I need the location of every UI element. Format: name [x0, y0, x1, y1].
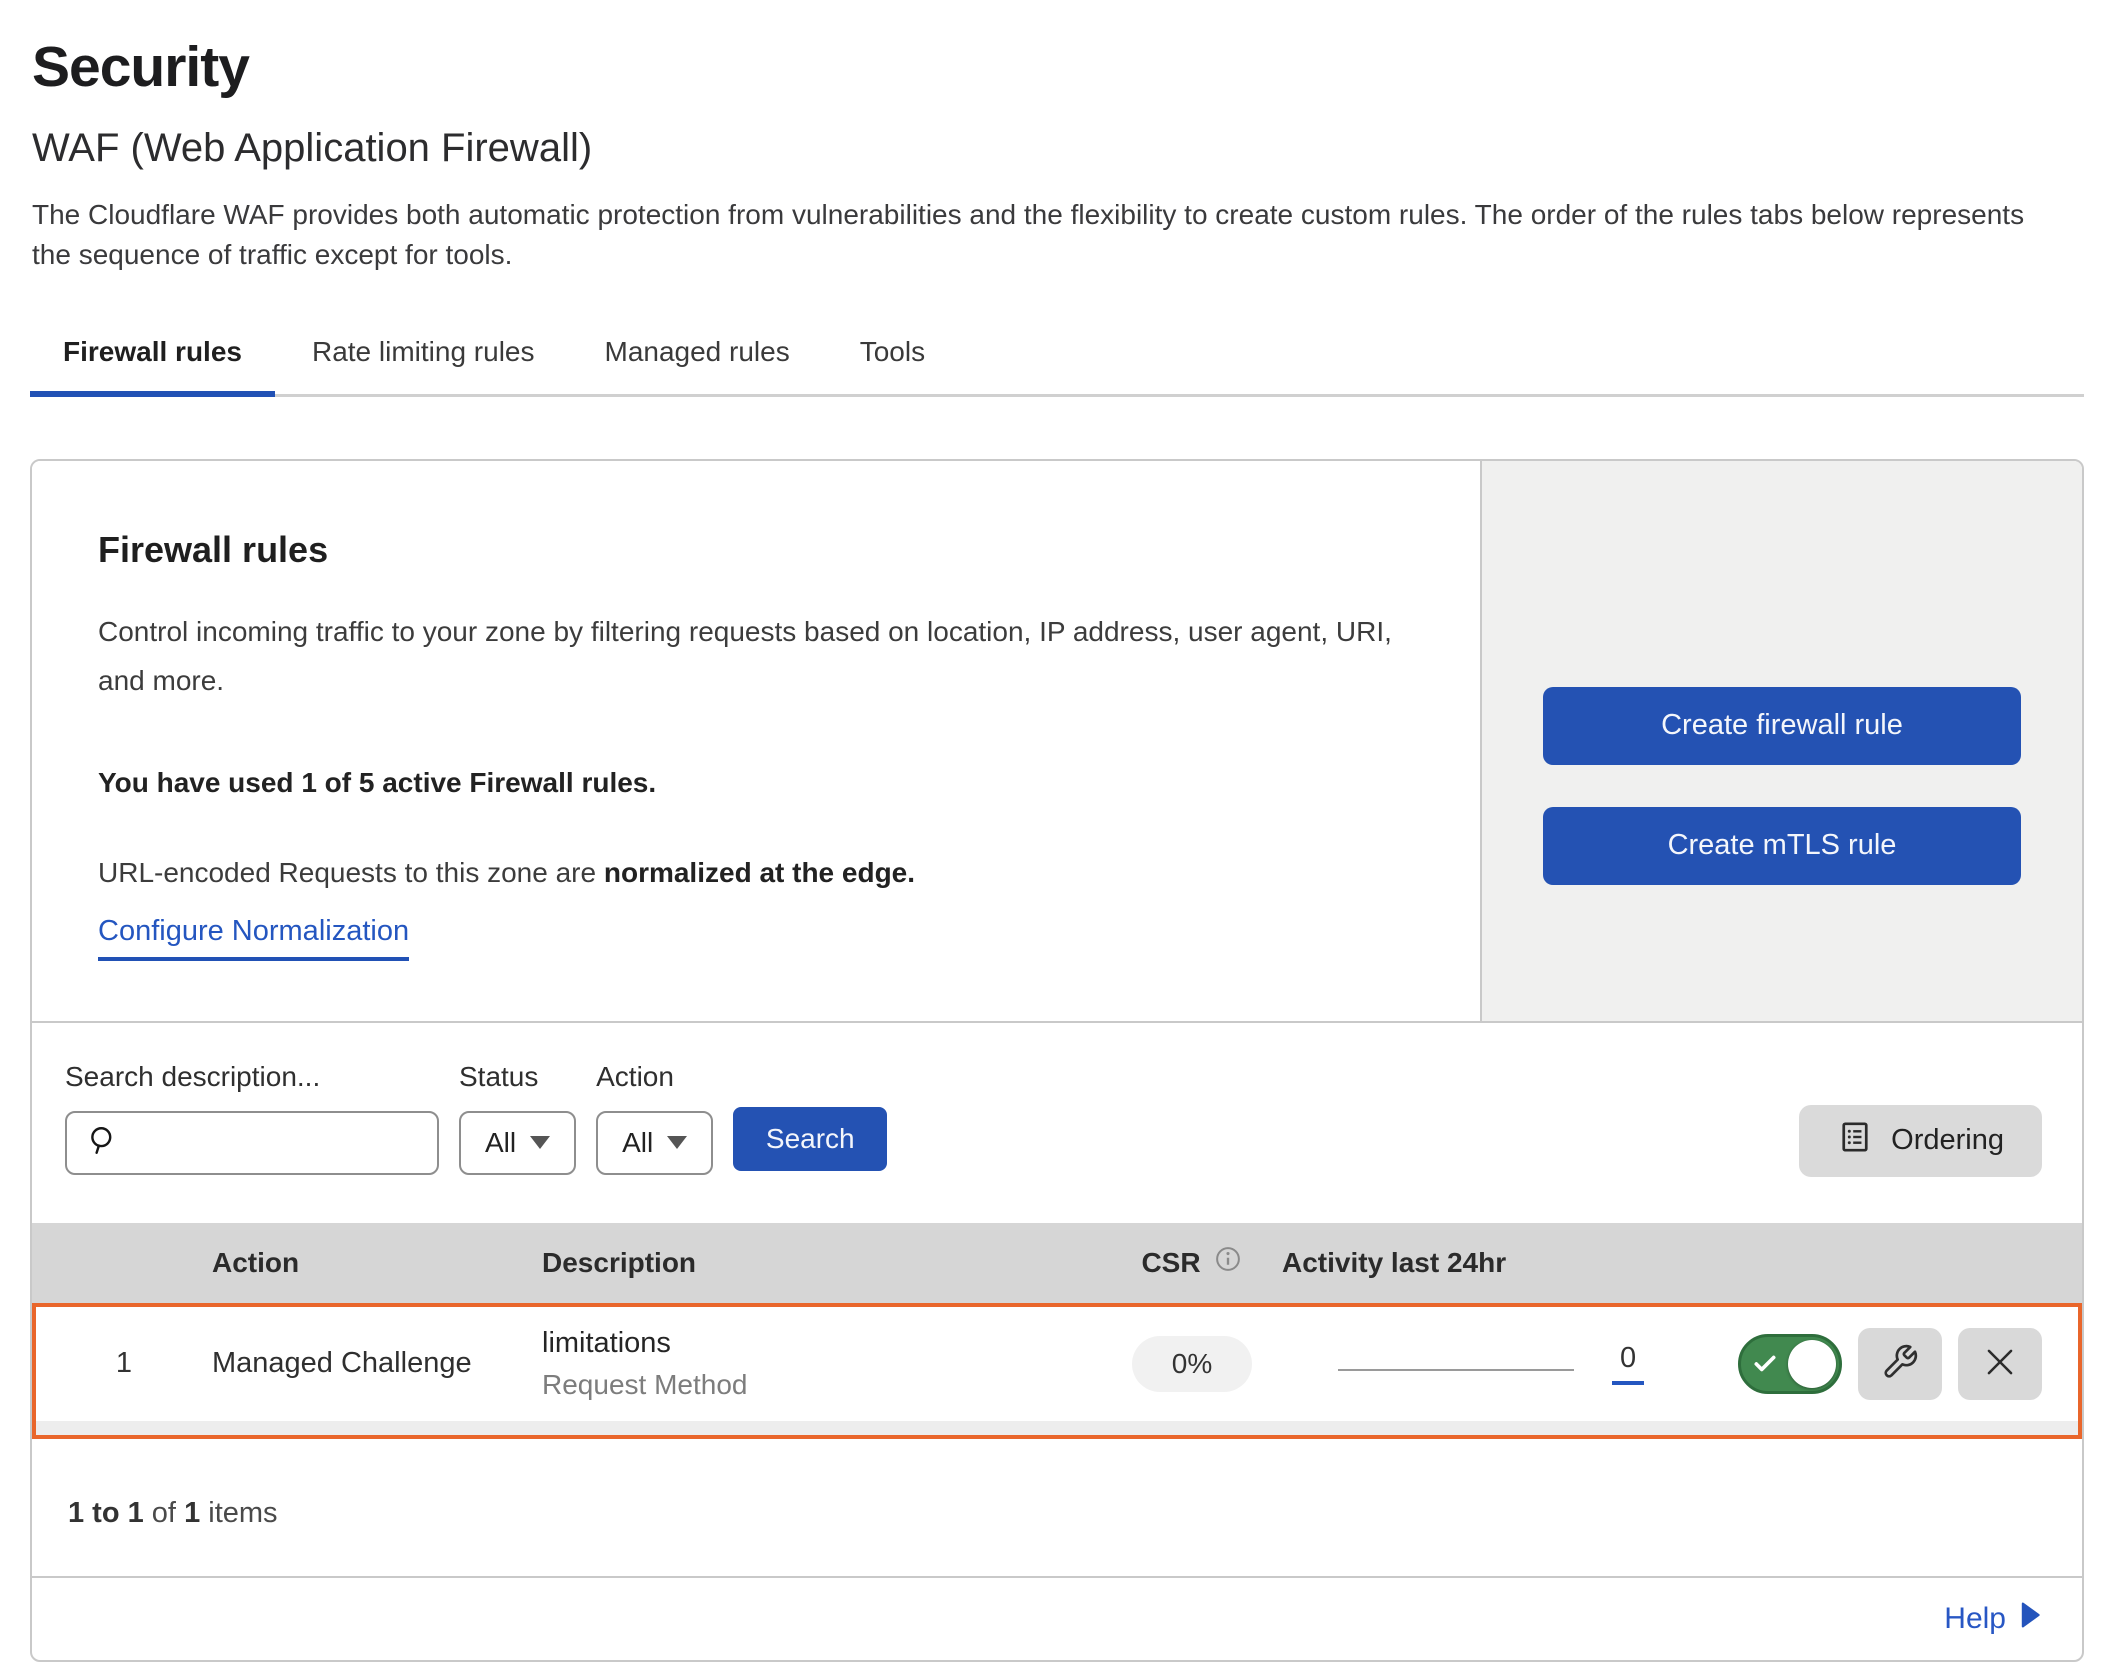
- search-group: Search description...: [65, 1061, 439, 1175]
- rule-enabled-toggle[interactable]: [1738, 1334, 1842, 1394]
- activity-count-link[interactable]: 0: [1612, 1342, 1644, 1385]
- tab-tools[interactable]: Tools: [827, 322, 958, 394]
- overview-heading: Firewall rules: [98, 529, 1400, 571]
- firewall-rules-card: Firewall rules Control incoming traffic …: [30, 459, 2084, 1662]
- status-group: Status All: [459, 1061, 576, 1175]
- tab-firewall-rules[interactable]: Firewall rules: [30, 322, 275, 394]
- activity-sparkline: [1338, 1369, 1574, 1371]
- filterbar: Search description... Status All Action: [32, 1023, 2082, 1223]
- pagination-status: 1 to 1 of 1 items: [32, 1439, 2082, 1576]
- help-row: Help: [32, 1576, 2082, 1660]
- header-activity: Activity last 24hr: [1282, 1247, 1702, 1279]
- table-header: Action Description CSR Activity last 24h…: [32, 1223, 2082, 1303]
- action-label: Action: [596, 1061, 713, 1093]
- rule-csr: 0%: [1102, 1336, 1282, 1392]
- normalization-line: URL-encoded Requests to this zone are no…: [98, 857, 1400, 889]
- info-icon[interactable]: [1213, 1244, 1243, 1281]
- chevron-down-icon: [530, 1136, 550, 1149]
- rule-description: limitations Request Method: [542, 1327, 1102, 1401]
- csr-badge: 0%: [1132, 1336, 1252, 1392]
- security-waf-page: Security WAF (Web Application Firewall) …: [0, 0, 2114, 1662]
- page-description: The Cloudflare WAF provides both automat…: [32, 195, 2027, 276]
- search-input[interactable]: [129, 1126, 437, 1159]
- toggle-knob: [1788, 1340, 1836, 1388]
- search-box: [65, 1111, 439, 1175]
- ordering-list-icon: [1837, 1119, 1873, 1163]
- rule-activity: 0: [1282, 1342, 1702, 1385]
- header-action: Action: [212, 1247, 542, 1279]
- tab-managed-rules[interactable]: Managed rules: [572, 322, 823, 394]
- status-label: Status: [459, 1061, 576, 1093]
- edit-rule-button[interactable]: [1858, 1328, 1942, 1400]
- search-icon: [85, 1123, 119, 1162]
- create-firewall-rule-button[interactable]: Create firewall rule: [1543, 687, 2021, 765]
- rule-description-detail: Request Method: [542, 1369, 1102, 1401]
- usage-line: You have used 1 of 5 active Firewall rul…: [98, 767, 1400, 799]
- action-group: Action All: [596, 1061, 713, 1175]
- wrench-icon: [1881, 1343, 1919, 1384]
- overview-description: Control incoming traffic to your zone by…: [98, 607, 1400, 705]
- rule-action: Managed Challenge: [212, 1347, 542, 1380]
- rule-priority: 1: [36, 1347, 212, 1380]
- search-button[interactable]: Search: [733, 1107, 887, 1171]
- row-bottom-strip: [36, 1421, 2078, 1435]
- tab-rate-limiting-rules[interactable]: Rate limiting rules: [279, 322, 568, 394]
- page-title: Security: [32, 34, 2084, 100]
- rule-row-content: 1 Managed Challenge limitations Request …: [36, 1307, 2078, 1421]
- rule-controls: [1702, 1328, 2078, 1400]
- close-icon: [1981, 1343, 2019, 1384]
- tabbar: Firewall rules Rate limiting rules Manag…: [30, 322, 2084, 397]
- check-icon: [1752, 1351, 1778, 1377]
- rule-description-name: limitations: [542, 1327, 1102, 1360]
- header-description: Description: [542, 1247, 1102, 1279]
- delete-rule-button[interactable]: [1958, 1328, 2042, 1400]
- actions-panel: Create firewall rule Create mTLS rule: [1480, 461, 2082, 1021]
- help-link[interactable]: Help: [1944, 1602, 2040, 1636]
- action-select[interactable]: All: [596, 1111, 713, 1175]
- overview-text: Firewall rules Control incoming traffic …: [32, 461, 1480, 1021]
- chevron-down-icon: [667, 1136, 687, 1149]
- page-subtitle: WAF (Web Application Firewall): [32, 126, 2084, 171]
- search-label: Search description...: [65, 1061, 439, 1093]
- create-mtls-rule-button[interactable]: Create mTLS rule: [1543, 807, 2021, 885]
- firewall-rules-overview: Firewall rules Control incoming traffic …: [32, 461, 2082, 1023]
- arrow-right-icon: [2020, 1602, 2040, 1636]
- header-csr: CSR: [1102, 1244, 1282, 1281]
- ordering-button[interactable]: Ordering: [1799, 1105, 2042, 1177]
- configure-normalization-link[interactable]: Configure Normalization: [98, 915, 409, 961]
- status-select[interactable]: All: [459, 1111, 576, 1175]
- table-row: 1 Managed Challenge limitations Request …: [32, 1303, 2082, 1439]
